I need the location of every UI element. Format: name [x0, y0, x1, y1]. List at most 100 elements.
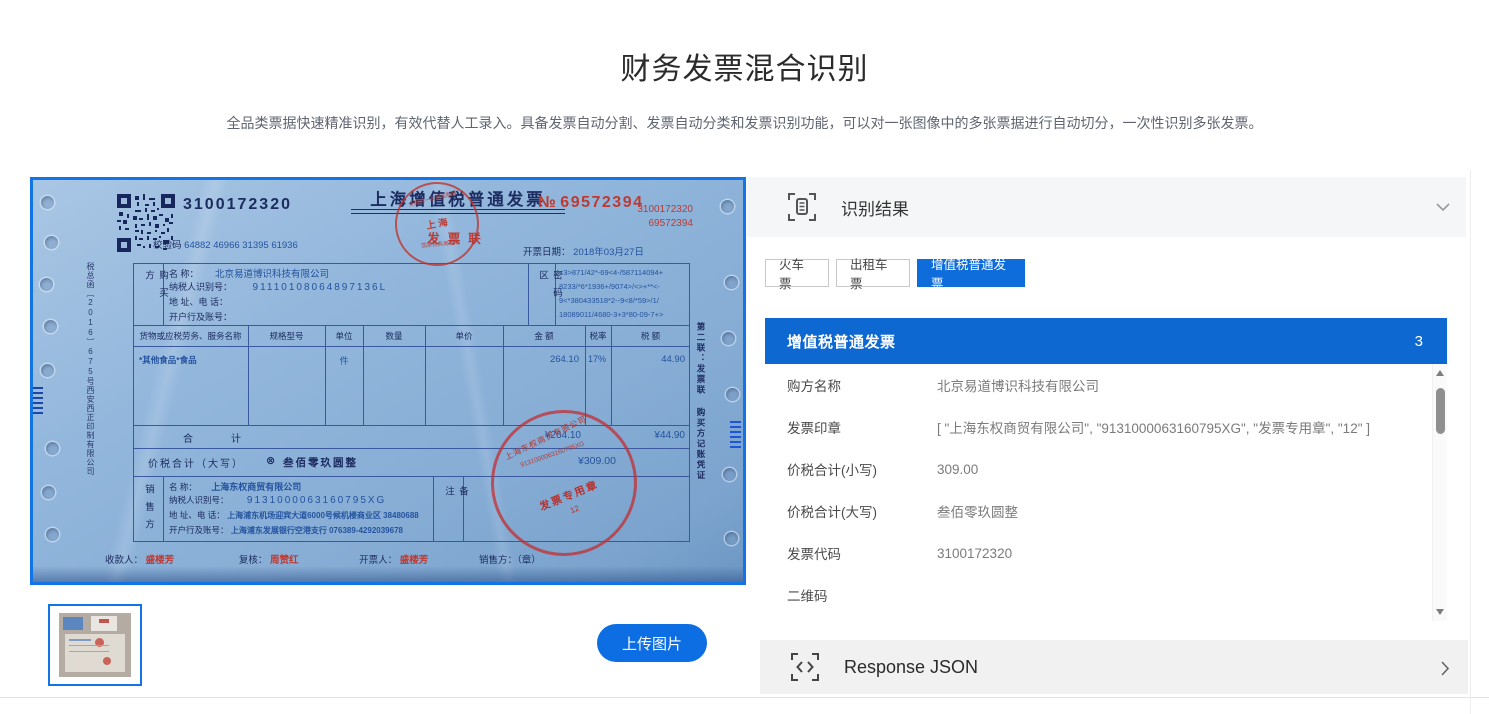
buyer-tag: 购买方 [141, 270, 169, 322]
seller-addr-label: 地 址、电 话： [169, 510, 225, 520]
buyer-taxid-value: 91110108064897136L [253, 282, 388, 293]
col-header-tax: 税 额 [611, 330, 690, 342]
results-scrollbar[interactable] [1432, 364, 1447, 621]
punch-hole [44, 320, 57, 333]
field-label: 价税合计(小写) [787, 459, 937, 479]
scrollbar-thumb[interactable] [1436, 388, 1445, 434]
table-rule [133, 325, 690, 326]
seller-tag: 销售方 [141, 484, 155, 538]
result-card-title: 增值税普通发票 [787, 331, 896, 352]
seller-taxid-value: 9131000063160795XG [247, 495, 386, 506]
punch-hole [721, 200, 734, 213]
section-divider [0, 697, 1489, 698]
grand-total-label: 价税合计（大写） [148, 455, 244, 470]
col-header-qty: 数量 [363, 330, 425, 342]
table-rule [528, 263, 529, 325]
col-header-spec: 规格型号 [248, 330, 325, 342]
drawer-label: 开票人： [359, 555, 397, 566]
invoice-code-top: 3100172320 [183, 196, 292, 214]
table-rule [163, 476, 164, 542]
chevron-right-icon[interactable] [1441, 661, 1450, 676]
result-section-title: 识别结果 [841, 195, 909, 220]
buyer-name-label: 名 称： [169, 269, 199, 279]
item-tax-rate: 17% [585, 354, 609, 364]
thumb-line [69, 651, 109, 652]
col-header-price: 单价 [425, 330, 503, 342]
table-rule [433, 476, 434, 542]
buyer-bank-label: 开户行及账号： [169, 312, 232, 322]
scrollbar-up-arrow[interactable] [1436, 370, 1444, 376]
punch-hole [722, 332, 735, 345]
upload-image-button[interactable]: 上传图片 [597, 624, 707, 662]
punch-hole [46, 442, 59, 455]
password-line: <3>871/42*-69<4-/587114094+ [559, 266, 689, 280]
image-preview[interactable]: 税总函〔2016〕675号西安西正印制有限公司 第二联：发票联 购买方记账凭证 [30, 177, 746, 585]
invoice-photo: 税总函〔2016〕675号西安西正印制有限公司 第二联：发票联 购买方记账凭证 [33, 180, 743, 582]
seller-bank-value: 上海浦东发展银行空港支行 076389-4292039678 [231, 526, 403, 535]
buyer-addr-label: 地 址、电 话： [169, 297, 228, 307]
item-name: *其他食品*食品 [139, 354, 197, 366]
tab-train-ticket[interactable]: 火车票 [765, 259, 829, 287]
result-row: 价税合计(大写) 叁佰零玖圆整 [765, 490, 1405, 532]
seller-sign-label: 销售方：（章） [479, 555, 541, 566]
scrollbar-down-arrow[interactable] [1436, 609, 1444, 615]
field-label: 购方名称 [787, 375, 937, 395]
field-value: [ "上海东权商贸有限公司", "9131000063160795XG", "发… [937, 417, 1370, 437]
tab-vat-invoice[interactable]: 增值税普通发票 [917, 259, 1025, 287]
punch-hole [40, 278, 53, 291]
note-tag: 备注 [441, 486, 469, 536]
corner-code: 3100172320 [588, 204, 693, 215]
thumb-train-ticket [63, 617, 83, 630]
col-header-rate: 税率 [585, 330, 611, 342]
field-label: 发票代码 [787, 543, 937, 563]
punch-hole [41, 364, 54, 377]
punch-hole [726, 388, 739, 401]
invoice-right-margin-text: 第二联：发票联 购买方记账凭证 [695, 322, 707, 562]
reviewer-value: 周赞红 [270, 555, 299, 566]
check-code-value: 64882 46966 31395 61936 [184, 240, 298, 251]
thumb-line [69, 645, 109, 646]
punch-hole [725, 276, 738, 289]
col-header-amount: 金 额 [503, 330, 585, 342]
punch-hole [45, 236, 58, 249]
seller-addr-value: 上海浦东机场迎宾大道6000号候机楼商业区 38480688 [227, 511, 419, 520]
drawer-value: 盛楼芳 [400, 555, 429, 566]
chevron-down-icon[interactable] [1436, 203, 1450, 212]
field-value: 北京易道博识科技有限公司 [937, 375, 1099, 395]
field-label: 发票印章 [787, 417, 937, 437]
seal-bottom-text: 国家税务局监制 [406, 237, 474, 251]
col-header-unit: 单位 [325, 330, 363, 342]
result-field-list: 购方名称 北京易道博识科技有限公司 发票印章 [ "上海东权商贸有限公司", "… [765, 364, 1447, 621]
seller-name-value: 上海东权商贸有限公司 [211, 482, 301, 492]
code-icon [790, 652, 820, 682]
reviewer-label: 复核： [239, 555, 268, 566]
item-unit: 件 [325, 354, 363, 367]
thumb-line [69, 639, 91, 641]
result-row: 价税合计(小写) 309.00 [765, 448, 1405, 490]
punch-hole [41, 196, 54, 209]
result-card-header: 增值税普通发票 3 [765, 318, 1447, 364]
response-json-header[interactable]: Response JSON [760, 640, 1468, 694]
password-line: 9<*380433518*2--9<8/*59>/1/ [559, 294, 689, 308]
check-code-label: 校验码 [153, 240, 182, 251]
page-title: 财务发票混合识别 [0, 44, 1489, 88]
thumb-red-mark [99, 619, 109, 623]
thumb-stamp [103, 657, 111, 665]
field-label: 二维码 [787, 585, 937, 605]
result-row: 发票印章 [ "上海东权商贸有限公司", "9131000063160795XG… [765, 406, 1405, 448]
payee-value: 盛楼芳 [146, 555, 175, 566]
issue-date-label: 开票日期： [523, 247, 571, 258]
photo-shadow [33, 566, 743, 582]
result-section-header[interactable]: 识别结果 [747, 177, 1466, 237]
response-json-title: Response JSON [844, 657, 978, 678]
thumbnail-selected[interactable] [48, 604, 142, 686]
edge-barcode [33, 386, 43, 414]
buyer-taxid-label: 纳税人识别号： [169, 282, 232, 292]
punch-hole [725, 532, 738, 545]
invoice-left-margin-text: 税总函〔2016〕675号西安西正印制有限公司 [85, 262, 96, 562]
grand-total-cn: 叁佰零玖圆整 [283, 455, 358, 470]
anti-fraud-symbol: ⊗ [266, 454, 275, 467]
tab-taxi-ticket[interactable]: 出租车票 [836, 259, 910, 287]
password-line: 8233/*6*1936+/9074>/<>+**<- [559, 280, 689, 294]
result-row: 发票代码 3100172320 [765, 532, 1405, 574]
